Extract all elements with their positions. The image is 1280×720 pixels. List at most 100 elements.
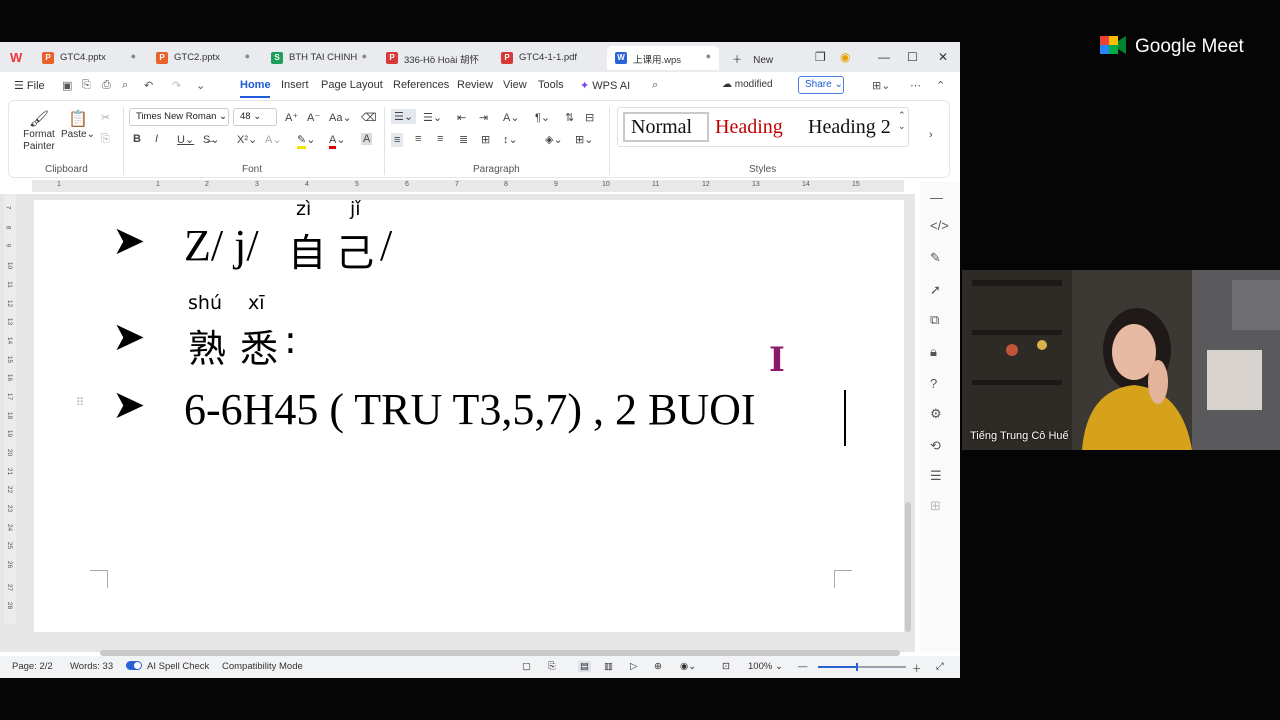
increase-indent-icon[interactable]: ⇥ <box>479 111 488 124</box>
font-size-select[interactable]: 48 ⌄ <box>233 108 277 126</box>
vertical-ruler[interactable]: 7 8 9 10 11 12 13 14 15 16 17 18 19 20 2… <box>4 194 16 624</box>
zoom-slider-thumb[interactable] <box>856 663 858 671</box>
menu-tools[interactable]: Tools <box>538 79 564 91</box>
styles-scroll-icon[interactable]: ⌃ ⌄ <box>898 110 906 132</box>
tab-shangkeyong[interactable]: W 上课用.wps ● <box>607 46 719 70</box>
menu-references[interactable]: References <box>393 79 449 91</box>
decrease-indent-icon[interactable]: ⇤ <box>457 111 466 124</box>
settings-icon[interactable]: ⚙ <box>930 406 942 422</box>
table-borders-icon[interactable]: ⊞⌄ <box>575 133 593 146</box>
collapse-ribbon-icon[interactable]: ⌃ <box>936 79 945 92</box>
highlight-icon[interactable]: ✎⌄ <box>297 133 315 149</box>
participant-video[interactable]: Tiếng Trung Cô Huế <box>962 270 1280 450</box>
shading-icon[interactable]: ◈⌄ <box>545 133 563 146</box>
zoom-slider[interactable] <box>818 663 906 671</box>
print-icon[interactable]: ⎙ <box>102 79 111 92</box>
tab-gtc4-pdf[interactable]: P GTC4-1-1.pdf <box>493 46 603 70</box>
help-icon[interactable]: ? <box>930 376 937 391</box>
paste-button[interactable]: 📋 Paste⌄ <box>61 109 95 140</box>
code-icon[interactable]: </> <box>930 218 949 233</box>
decrease-font-icon[interactable]: A⁻ <box>307 111 320 124</box>
web-view-icon[interactable]: ⎘ <box>548 661 556 672</box>
new-tab-button[interactable]: ＋ New <box>732 51 773 66</box>
avatar[interactable]: ◉ <box>840 50 850 64</box>
numbering-icon[interactable]: ☰⌄ <box>423 111 442 124</box>
strikethrough-icon[interactable]: S̶⌄ <box>203 133 220 146</box>
cursor-icon[interactable]: ➚ <box>930 282 941 298</box>
translate-icon[interactable]: ⧉ <box>930 312 939 328</box>
print-preview-icon[interactable]: ⌕ <box>122 79 128 92</box>
vertical-scrollbar[interactable] <box>905 502 911 632</box>
document-page[interactable]: ➤ Z/ j/ zì jǐ 自 己 / ➤ shú xī 熟 悉 : ⠿ ➤ 6… <box>34 198 904 632</box>
menu-view[interactable]: View <box>503 79 527 91</box>
collapse-icon[interactable]: — <box>930 190 943 205</box>
file-menu[interactable]: ☰ File <box>14 79 45 92</box>
align-right-icon[interactable]: ≡ <box>437 133 443 145</box>
tab-336-ho-hoai[interactable]: P 336-Hồ Hoài 胡怀 <box>378 46 488 70</box>
play-icon[interactable]: ▷ <box>630 661 637 672</box>
menu-review[interactable]: Review <box>457 79 493 91</box>
change-case-icon[interactable]: Aa⌄ <box>329 111 352 124</box>
underline-icon[interactable]: U⌄ <box>177 133 194 146</box>
chinese-layout-icon[interactable]: A⌄ <box>503 111 520 124</box>
spell-check-toggle[interactable] <box>126 661 142 670</box>
style-heading-1[interactable]: Heading <box>715 116 783 139</box>
bullets-icon[interactable]: ☰⌄ <box>391 109 417 124</box>
page-indicator[interactable]: Page: 2/2 <box>12 661 53 672</box>
layers-icon[interactable]: ☰ <box>930 468 942 484</box>
format-painter-button[interactable]: 🖌 Format Painter <box>19 109 59 153</box>
fit-page-icon[interactable]: ⊡ <box>722 661 730 672</box>
zoom-in-icon[interactable]: ＋ <box>912 661 922 675</box>
close-icon[interactable]: ● <box>706 51 711 61</box>
search-icon[interactable]: ⌕ <box>652 79 658 92</box>
increase-font-icon[interactable]: A⁺ <box>285 111 298 124</box>
superscript-icon[interactable]: X²⌄ <box>237 133 257 146</box>
history-icon[interactable]: ⟲ <box>930 438 941 454</box>
borders-icon[interactable]: ⊟ <box>585 111 594 124</box>
bold-icon[interactable]: B <box>133 133 141 145</box>
tab-gtc2[interactable]: P GTC2.pptx ● <box>148 46 258 70</box>
copy-icon[interactable]: ⎘ <box>101 133 110 146</box>
apps-icon[interactable]: ⊞ <box>930 498 941 514</box>
outline-view-icon[interactable]: ▢ <box>522 661 531 672</box>
sort-icon[interactable]: ⇅ <box>565 111 574 124</box>
word-count[interactable]: Words: 33 <box>70 661 113 672</box>
eye-icon[interactable]: ◉⌄ <box>680 661 696 672</box>
cloud-status[interactable]: ☁ modified <box>722 79 773 90</box>
menu-home[interactable]: Home <box>240 79 271 91</box>
tab-gtc4[interactable]: P GTC4.pptx ● <box>34 46 144 70</box>
close-window-icon[interactable]: ✕ <box>938 50 948 64</box>
wps-logo-icon[interactable]: W <box>10 50 26 66</box>
font-color-icon[interactable]: A⌄ <box>329 133 346 149</box>
distributed-icon[interactable]: ⊞ <box>481 133 490 146</box>
collab-icon[interactable]: ⊞⌄ <box>872 79 890 92</box>
redo-icon[interactable]: ↷ <box>172 79 181 92</box>
page-view-icon[interactable]: ▤ <box>578 661 591 672</box>
globe-icon[interactable]: ⊕ <box>654 661 662 672</box>
style-normal[interactable]: Normal <box>623 112 709 142</box>
pen-icon[interactable]: ✎ <box>930 250 941 266</box>
text-effect-icon[interactable]: A⌄ <box>265 133 282 146</box>
clear-format-icon[interactable]: ⌫ <box>361 111 377 124</box>
paragraph-mark-icon[interactable]: ¶⌄ <box>535 111 550 124</box>
zoom-out-icon[interactable]: — <box>798 661 808 672</box>
restore-tabs-icon[interactable]: ❐ <box>815 50 826 64</box>
cut-icon[interactable]: ✂ <box>101 111 110 124</box>
justify-icon[interactable]: ≣ <box>459 133 468 146</box>
close-icon[interactable]: ● <box>245 51 250 61</box>
zoom-level[interactable]: 100% ⌄ <box>748 661 783 672</box>
chevron-down-icon[interactable]: ⌄ <box>196 79 205 92</box>
menu-page-layout[interactable]: Page Layout <box>321 79 383 91</box>
lock-icon[interactable]: 🔒︎ <box>930 344 937 360</box>
more-icon[interactable]: ⋯ <box>910 79 921 92</box>
reading-view-icon[interactable]: ▥ <box>604 661 613 672</box>
fullscreen-icon[interactable]: ⤢ <box>936 661 944 672</box>
chevron-right-icon[interactable]: › <box>929 129 933 141</box>
horizontal-ruler[interactable]: 1 1 2 3 4 5 6 7 8 9 10 11 12 13 14 15 <box>32 180 904 192</box>
line-spacing-icon[interactable]: ↕⌄ <box>503 133 518 146</box>
style-heading-2[interactable]: Heading 2 <box>808 116 891 139</box>
font-name-select[interactable]: Times New Roman ⌄ <box>129 108 229 126</box>
char-shading-icon[interactable]: A <box>361 133 373 145</box>
maximize-icon[interactable]: ☐ <box>907 50 918 64</box>
align-left-icon[interactable]: ≡ <box>391 133 404 147</box>
